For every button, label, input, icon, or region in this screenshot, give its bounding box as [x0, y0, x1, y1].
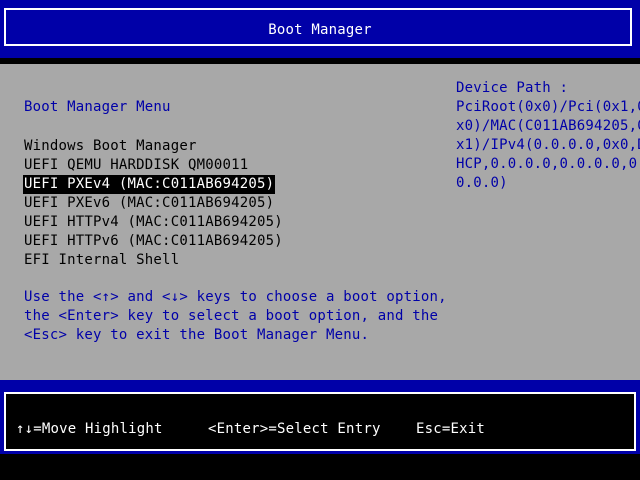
move-highlight-hint: ↑↓=Move Highlight [16, 421, 163, 437]
boot-option-list: Windows Boot Manager UEFI QEMU HARDDISK … [23, 137, 284, 270]
boot-option-httpv6[interactable]: UEFI HTTPv6 (MAC:C011AB694205) [23, 232, 284, 251]
boot-option-windows-boot-manager[interactable]: Windows Boot Manager [23, 137, 284, 156]
boot-option-pxev4[interactable]: UEFI PXEv4 (MAC:C011AB694205) [23, 175, 276, 194]
device-path-panel: Device Path : PciRoot(0x0)/Pci(0x1,0 x0)… [456, 79, 640, 193]
device-path-line: PciRoot(0x0)/Pci(0x1,0 [456, 99, 640, 115]
device-path-line: 0.0.0) [456, 175, 508, 191]
boot-option-pxev6[interactable]: UEFI PXEv6 (MAC:C011AB694205) [23, 194, 284, 213]
select-entry-hint: <Enter>=Select Entry [208, 421, 381, 437]
device-path-line: x0)/MAC(C011AB694205,0 [456, 118, 640, 134]
help-line: Use the <↑> and <↓> keys to choose a boo… [24, 289, 447, 305]
exit-hint: Esc=Exit [416, 421, 486, 437]
help-line: <Esc> key to exit the Boot Manager Menu. [24, 327, 370, 343]
help-line: the <Enter> key to select a boot option,… [24, 308, 439, 324]
device-path-label: Device Path : [456, 80, 569, 96]
page-title: Boot Manager [268, 22, 372, 38]
device-path-line: x1)/IPv4(0.0.0.0,0x0,D [456, 137, 640, 153]
boot-option-qemu-harddisk[interactable]: UEFI QEMU HARDDISK QM00011 [23, 156, 284, 175]
bios-screen: Boot Manager Boot Manager Menu Windows B… [0, 0, 640, 480]
boot-option-httpv4[interactable]: UEFI HTTPv4 (MAC:C011AB694205) [23, 213, 284, 232]
help-text: Use the <↑> and <↓> keys to choose a boo… [24, 288, 447, 345]
boot-option-efi-shell[interactable]: EFI Internal Shell [23, 251, 284, 270]
device-path-line: HCP,0.0.0.0,0.0.0.0,0. [456, 156, 640, 172]
menu-title: Boot Manager Menu [24, 99, 171, 115]
